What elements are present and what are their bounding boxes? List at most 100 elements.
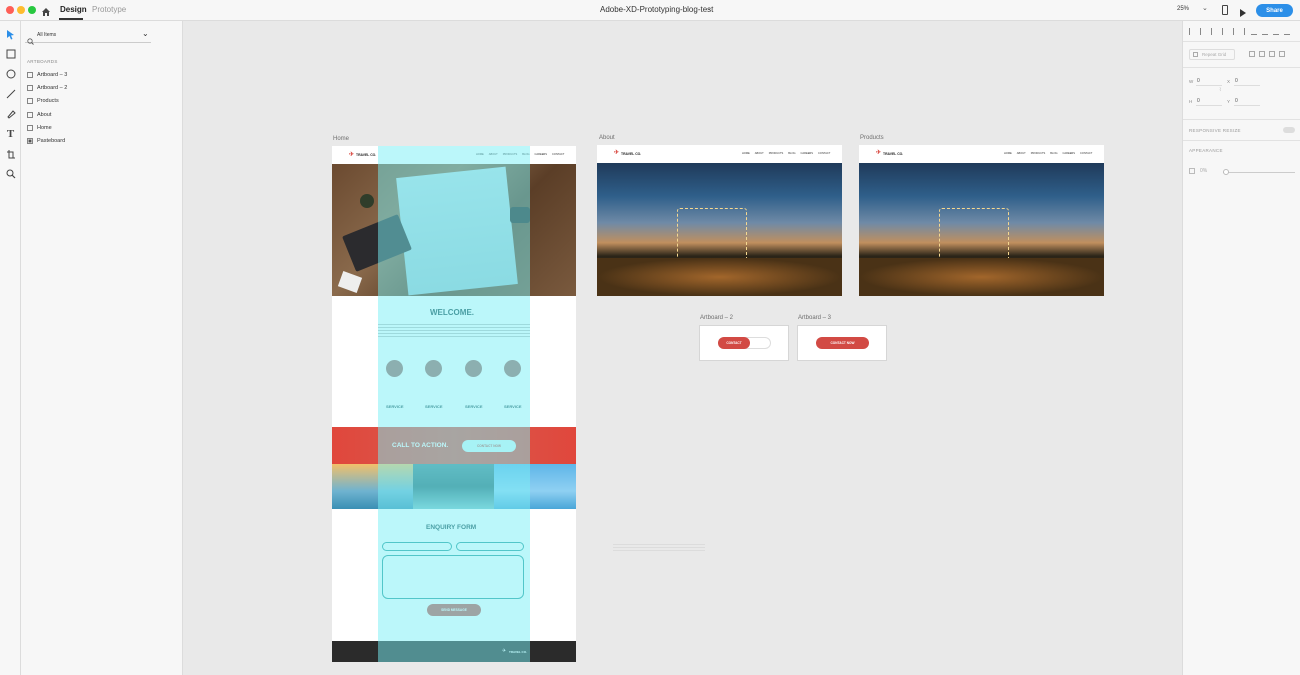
device-preview-icon[interactable] [1222, 5, 1228, 15]
nav-contact[interactable]: CONTACT [1080, 152, 1092, 155]
opacity-slider-handle[interactable] [1223, 169, 1229, 175]
nav-about[interactable]: ABOUT [755, 152, 764, 155]
nav-blog[interactable]: BLOG [788, 152, 795, 155]
tab-prototype[interactable]: Prototype [92, 5, 126, 14]
distribute-horizontal-icon[interactable] [1251, 28, 1257, 35]
design-canvas[interactable]: Home ✈ TRAVEL CO. HOME ABOUT PRODUCTS BL… [183, 21, 1182, 675]
layer-label: Pasteboard [37, 138, 66, 144]
layer-item-about[interactable]: About [27, 112, 51, 118]
opacity-slider-track[interactable] [1223, 172, 1295, 173]
align-bottom-icon[interactable] [1244, 28, 1250, 35]
zoom-tool-icon[interactable] [4, 167, 17, 180]
pasteboard-icon [27, 138, 33, 144]
align-left-icon[interactable] [1189, 28, 1195, 35]
zoom-chevron-icon[interactable]: ⌄ [1202, 4, 1208, 12]
artboard-2[interactable]: CONTACT [699, 325, 789, 361]
layer-label: Artboard – 3 [37, 72, 68, 78]
nav-home[interactable]: HOME [742, 152, 750, 155]
artboard-home[interactable]: ✈ TRAVEL CO. HOME ABOUT PRODUCTS BLOG CA… [332, 146, 576, 662]
line-tool-icon[interactable] [4, 87, 17, 100]
boolean-add-icon[interactable] [1249, 51, 1255, 57]
lock-aspect-icon[interactable]: ⌇ [1219, 87, 1221, 93]
home-icon[interactable] [41, 4, 51, 16]
ellipse-tool-icon[interactable] [4, 67, 17, 80]
layers-filter[interactable]: All Items ⌄ [25, 29, 151, 45]
align-toolbar [1189, 28, 1250, 35]
nav-home[interactable]: HOME [1004, 152, 1012, 155]
title-bar: Design Prototype Adobe-XD-Prototyping-bl… [0, 0, 1300, 21]
boolean-exclude-icon[interactable] [1279, 51, 1285, 57]
nav-products[interactable]: PRODUCTS [1031, 152, 1046, 155]
artboard-icon [27, 112, 33, 118]
filter-label: All Items [37, 32, 57, 38]
pasteboard-text [613, 544, 705, 552]
x-input[interactable]: 0 [1235, 78, 1238, 84]
nav-blog[interactable]: BLOG [1050, 152, 1057, 155]
artboard-about[interactable]: ✈ TRAVEL CO. HOME ABOUT PRODUCTS BLOG CA… [597, 145, 842, 296]
nav-about[interactable]: ABOUT [1017, 152, 1026, 155]
distribute-toolbar [1251, 28, 1290, 35]
artboard-products[interactable]: ✈ TRAVEL CO. HOME ABOUT PRODUCTS BLOG CA… [859, 145, 1104, 296]
nav-careers[interactable]: CAREERS [535, 153, 548, 156]
text-tool-icon[interactable]: T [4, 127, 17, 140]
y-input[interactable]: 0 [1235, 98, 1238, 104]
share-button[interactable]: Share [1256, 4, 1293, 17]
contact-now-button[interactable]: CONTACT NOW [816, 337, 869, 349]
plane-logo-icon: ✈ [876, 150, 882, 156]
chevron-down-icon[interactable]: ⌄ [706, 4, 712, 12]
tab-design[interactable]: Design [60, 5, 87, 14]
distribute-spacing-icon[interactable] [1273, 28, 1279, 35]
distribute-bottom-icon[interactable] [1284, 28, 1290, 35]
layer-item-artboard-3[interactable]: Artboard – 3 [27, 72, 67, 78]
height-input[interactable]: 0 [1197, 98, 1200, 104]
document-title[interactable]: Adobe-XD-Prototyping-blog-test [600, 5, 713, 14]
artboard-label-artboard-3[interactable]: Artboard – 3 [798, 315, 831, 321]
zoom-level[interactable]: 25% [1177, 6, 1189, 12]
brand-logo: TRAVEL CO. [883, 152, 904, 156]
maximize-window-button[interactable] [28, 6, 36, 14]
height-label: H [1189, 99, 1193, 104]
nav-contact[interactable]: CONTACT [552, 153, 564, 156]
boolean-subtract-icon[interactable] [1259, 51, 1265, 57]
layer-item-products[interactable]: Products [27, 98, 59, 104]
repeat-grid-button[interactable]: Repeat Grid [1189, 49, 1235, 60]
layer-label: Products [37, 98, 59, 104]
rectangle-tool-icon[interactable] [4, 47, 17, 60]
filter-chevron-icon[interactable]: ⌄ [142, 29, 149, 38]
contact-button[interactable]: CONTACT [718, 337, 750, 349]
minimize-window-button[interactable] [17, 6, 25, 14]
artboards-section-title: ARTBOARDS [27, 59, 58, 64]
width-label: W [1189, 79, 1194, 84]
artboard-label-products[interactable]: Products [860, 135, 884, 141]
nav-products[interactable]: PRODUCTS [769, 152, 784, 155]
align-center-icon[interactable] [1200, 28, 1206, 35]
x-label: X [1227, 79, 1231, 84]
brand-logo: TRAVEL CO. [356, 153, 377, 157]
input-underline [1196, 85, 1222, 86]
beach-hero-image [597, 163, 842, 296]
nav-careers[interactable]: CAREERS [801, 152, 814, 155]
layer-item-pasteboard[interactable]: Pasteboard [27, 138, 65, 144]
align-top-icon[interactable] [1222, 28, 1228, 35]
boolean-toolbar [1249, 51, 1285, 57]
boolean-intersect-icon[interactable] [1269, 51, 1275, 57]
layer-item-artboard-2[interactable]: Artboard – 2 [27, 85, 67, 91]
artboard-3[interactable]: CONTACT NOW [797, 325, 887, 361]
close-window-button[interactable] [6, 6, 14, 14]
artboard-label-about[interactable]: About [599, 135, 615, 141]
nav-careers[interactable]: CAREERS [1063, 152, 1076, 155]
artboard-label-home[interactable]: Home [333, 136, 349, 142]
width-input[interactable]: 0 [1197, 78, 1200, 84]
align-right-icon[interactable] [1211, 28, 1217, 35]
layer-label: Home [37, 125, 52, 131]
select-tool-icon[interactable] [4, 28, 17, 41]
opacity-value[interactable]: 0% [1200, 168, 1207, 174]
responsive-resize-toggle[interactable] [1283, 127, 1295, 133]
layer-item-home[interactable]: Home [27, 125, 52, 131]
pen-tool-icon[interactable] [4, 107, 17, 120]
align-middle-icon[interactable] [1233, 28, 1239, 35]
nav-contact[interactable]: CONTACT [818, 152, 830, 155]
artboard-tool-icon[interactable] [4, 147, 17, 160]
distribute-vertical-icon[interactable] [1262, 28, 1268, 35]
artboard-label-artboard-2[interactable]: Artboard – 2 [700, 315, 733, 321]
